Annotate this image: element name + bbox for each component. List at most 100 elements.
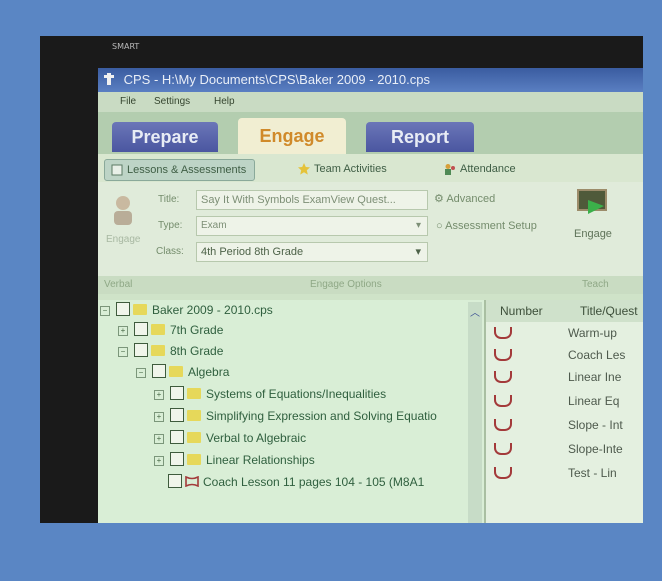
menu-bar: File Settings Help — [98, 92, 643, 112]
list-item[interactable]: Linear Ine — [494, 370, 621, 392]
class-value: 4th Period 8th Grade — [201, 246, 304, 258]
tree-item-label: 7th Grade — [170, 323, 224, 337]
type-select[interactable]: Exam ▾ — [196, 216, 428, 236]
type-label: Type: — [158, 220, 183, 231]
book-icon — [185, 475, 199, 488]
checkbox[interactable] — [170, 430, 184, 444]
tree-item[interactable]: + Systems of Equations/Inequalities — [154, 384, 386, 404]
list-item-title: Test - Lin — [568, 466, 617, 480]
tab-engage[interactable]: Engage — [238, 118, 346, 154]
tree-expander[interactable]: + — [118, 326, 128, 336]
list-item[interactable]: Coach Les — [494, 348, 625, 370]
list-item[interactable]: Slope-Inte — [494, 442, 623, 464]
tree-expander[interactable]: + — [154, 412, 164, 422]
list-item[interactable]: Test - Lin — [494, 466, 617, 488]
engage-ribbon: Engage Title: Say It With Symbols ExamVi… — [98, 182, 643, 276]
tree-item[interactable]: − Baker 2009 - 2010.cps — [100, 300, 273, 320]
book-icon — [494, 371, 512, 383]
menu-settings[interactable]: Settings — [154, 96, 190, 107]
book-icon — [494, 395, 512, 407]
ribbon-group-labels: Verbal Engage Options Teach — [98, 276, 643, 294]
tab-report[interactable]: Report — [366, 122, 474, 152]
app-icon — [104, 73, 114, 85]
tree-item-label: Linear Relationships — [206, 453, 315, 467]
verbal-engage-button[interactable]: Engage — [106, 234, 140, 245]
checkbox[interactable] — [134, 322, 148, 336]
assessment-setup-label: Assessment Setup — [445, 220, 537, 232]
checkbox[interactable] — [168, 474, 182, 488]
list-item-title: Linear Ine — [568, 370, 622, 384]
list-item-title: Warm-up — [568, 326, 617, 340]
subtab-lessons-assessments[interactable]: Lessons & Assessments — [104, 159, 256, 181]
column-number[interactable]: Number — [500, 300, 543, 322]
folder-icon — [151, 324, 165, 335]
engage-button[interactable]: Engage — [574, 228, 612, 240]
gear-icon: ⚙ — [434, 193, 444, 205]
group-teach-label: Teach — [582, 279, 609, 290]
main-tab-row: Prepare Engage Report — [98, 112, 643, 154]
title-field[interactable]: Say It With Symbols ExamView Quest... — [196, 190, 428, 210]
subtab-attendance-label: Attendance — [460, 163, 516, 175]
tree-expander[interactable]: − — [136, 368, 146, 378]
sub-tab-row: Lessons & Assessments Team Activities At… — [98, 154, 643, 182]
advanced-option[interactable]: ⚙ Advanced — [434, 192, 495, 205]
list-item[interactable]: Slope - Int — [494, 418, 623, 440]
tree-expander[interactable]: + — [154, 390, 164, 400]
lessons-icon — [111, 164, 123, 176]
checkbox[interactable] — [116, 302, 130, 316]
menu-help[interactable]: Help — [214, 96, 235, 107]
tree-item-label: Verbal to Algebraic — [206, 431, 307, 445]
tree-item[interactable]: + Verbal to Algebraic — [154, 428, 306, 448]
folder-icon — [187, 432, 201, 443]
chevron-up-icon[interactable]: ︿ — [470, 304, 480, 319]
folder-icon — [187, 388, 201, 399]
group-verbal-label: Verbal — [104, 279, 133, 290]
window-titlebar: CPS - H:\My Documents\CPS\Baker 2009 - 2… — [98, 68, 643, 92]
checkbox[interactable] — [170, 408, 184, 422]
checkbox[interactable] — [134, 343, 148, 357]
type-value: Exam — [201, 220, 227, 231]
chevron-down-icon: ▾ — [415, 246, 421, 258]
tree-scrollbar[interactable]: ︿ — [468, 302, 482, 523]
menu-file[interactable]: File — [120, 96, 136, 107]
tree-item-label: Baker 2009 - 2010.cps — [152, 303, 273, 317]
tree-item-label: Coach Lesson 11 pages 104 - 105 (M8A1 — [203, 475, 425, 489]
checkbox[interactable] — [152, 364, 166, 378]
checkbox[interactable] — [170, 386, 184, 400]
tree-item[interactable]: +7th Grade — [118, 320, 223, 340]
tree-item[interactable]: + Simplifying Expression and Solving Equa… — [154, 406, 437, 426]
folder-icon — [169, 366, 183, 377]
checkbox[interactable] — [170, 452, 184, 466]
engage-screen-icon — [577, 189, 607, 214]
tree-item[interactable]: − Algebra — [136, 362, 229, 382]
tree-expander[interactable]: − — [118, 347, 128, 357]
folder-icon — [187, 410, 201, 421]
tree-item[interactable]: + Linear Relationships — [154, 450, 315, 470]
lesson-tree-panel: − Baker 2009 - 2010.cps +7th Grade − 8th G… — [98, 300, 486, 523]
tree-item[interactable]: − 8th Grade — [118, 341, 223, 361]
monitor-screen: CPS - H:\My Documents\CPS\Baker 2009 - 2… — [98, 68, 643, 523]
question-list-panel: Number Title/Quest Warm-up Coach Les Lin… — [486, 300, 643, 523]
list-item[interactable]: Linear Eq — [494, 394, 619, 416]
list-item-title: Slope-Inte — [568, 442, 623, 456]
subtab-team-activities[interactable]: Team Activities — [292, 159, 395, 179]
subtab-attendance[interactable]: Attendance — [438, 159, 524, 179]
list-item-title: Slope - Int — [568, 418, 623, 432]
assessment-setup-option[interactable]: ○ Assessment Setup — [436, 220, 537, 232]
class-select[interactable]: 4th Period 8th Grade ▾ — [196, 242, 428, 262]
tab-prepare[interactable]: Prepare — [112, 122, 218, 152]
class-label: Class: — [156, 246, 184, 257]
monitor-brand: SMART — [112, 42, 140, 51]
attendance-icon — [445, 164, 455, 175]
tree-expander[interactable]: + — [154, 434, 164, 444]
subtab-team-label: Team Activities — [314, 163, 387, 175]
chevron-down-icon: ▾ — [415, 220, 421, 231]
list-item[interactable]: Warm-up — [494, 326, 617, 348]
column-title[interactable]: Title/Quest — [580, 300, 638, 322]
advanced-label: Advanced — [446, 193, 496, 205]
book-icon — [494, 419, 512, 431]
tree-expander[interactable]: + — [154, 456, 164, 466]
verbal-person-icon — [114, 196, 132, 225]
tree-item[interactable]: Coach Lesson 11 pages 104 - 105 (M8A1 — [168, 472, 424, 492]
tree-expander[interactable]: − — [100, 306, 110, 316]
